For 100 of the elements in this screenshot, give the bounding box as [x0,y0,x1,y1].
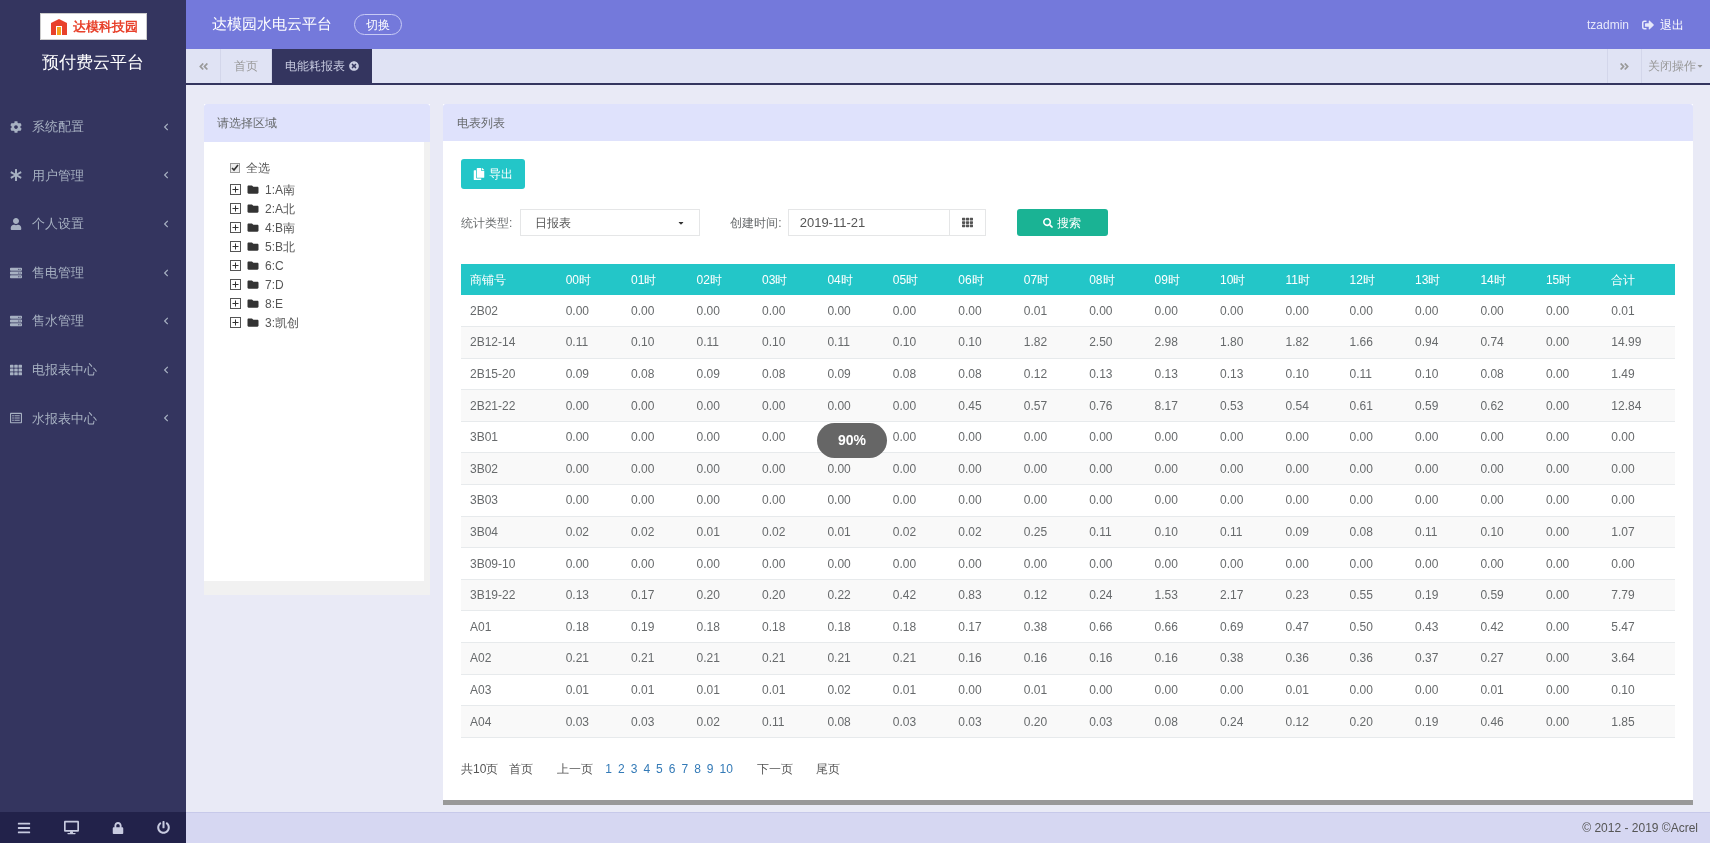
table-cell: 0.18 [827,619,851,634]
sidebar-menu-item[interactable]: 售水管理 [0,296,186,346]
table-cell: 0.00 [1285,430,1309,445]
panel-title: 请选择区域 [217,115,277,132]
expand-icon[interactable] [230,260,241,271]
table-cell: 0.00 [958,493,982,508]
tree-label: 1:A南 [265,181,295,199]
table-cell: 0.03 [631,714,655,729]
page-tab[interactable]: 电能耗报表 [272,49,372,83]
expand-icon[interactable] [230,298,241,309]
select-all-checkbox[interactable]: 全选 [230,158,424,178]
tree-node[interactable]: 6:C [230,256,424,275]
table-cell: 0.10 [892,335,917,350]
table-cell: 0.16 [958,651,982,666]
table-cell: 0.00 [761,398,786,413]
expand-icon[interactable] [230,203,241,214]
table-cell: 0.02 [761,524,786,539]
table-cell: 0.00 [1545,461,1570,476]
page-link[interactable]: 10 [719,759,733,778]
table-cell: 0.00 [1089,682,1113,697]
expand-icon[interactable] [230,317,241,328]
column-header: 13时 [1406,264,1472,295]
table-cell: 0.00 [827,303,851,318]
checkbox[interactable] [230,163,240,173]
expand-icon[interactable] [230,241,241,252]
prev-page-link[interactable]: 上一页 [557,759,594,778]
table-cell: A03 [470,682,492,697]
page-link[interactable]: 9 [706,759,714,778]
table-cell: 8.17 [1154,398,1178,413]
table-cell: 0.00 [696,303,720,318]
close-icon[interactable] [349,61,359,71]
date-field[interactable]: 2019-11-21 [787,209,986,236]
tree-node[interactable]: 1:A南 [230,180,424,199]
table-cell: 0.08 [631,367,655,381]
table-cell: 1.07 [1611,524,1635,539]
page-link[interactable]: 3 [630,759,638,778]
tree-node[interactable]: 2:A北 [230,199,424,218]
tree-node[interactable]: 8:E [230,294,424,313]
folder-icon [247,260,259,271]
table-cell: 0.00 [1089,556,1113,571]
table-cell: 0.21 [565,651,589,666]
table-cell: 0.13 [565,588,589,603]
table-cell: 0.22 [827,588,851,603]
table-cell: 0.16 [1089,651,1113,666]
table-cell: 7.79 [1611,588,1635,603]
table-cell: 0.00 [696,430,720,445]
table-cell: 0.00 [1089,430,1113,445]
page-link[interactable]: 8 [694,759,701,778]
sidebar-menu-item[interactable]: 系统配置 [0,102,186,152]
tree-node[interactable]: 5:B北 [230,237,424,256]
page-link[interactable]: 2 [618,759,625,778]
sidebar-menu-item[interactable]: 水报表中心 [0,394,186,443]
tree-node[interactable]: 4:B南 [230,218,424,237]
power-icon[interactable] [156,821,170,834]
page-link[interactable]: 7 [681,759,689,778]
table-cell: 0.02 [565,524,589,539]
table-cell: 0.09 [827,367,851,381]
column-header: 06时 [949,264,1015,295]
sidebar-menu-item[interactable]: 用户管理 [0,151,186,200]
table-cell: 0.00 [1415,682,1439,697]
report-type-select[interactable]: 日报表 [520,209,701,236]
table-cell: 0.20 [761,588,786,603]
expand-icon[interactable] [230,184,241,195]
table-cell: 0.59 [1480,588,1504,603]
table-cell: 3.64 [1611,651,1635,666]
sidebar-menu-item[interactable]: 电报表中心 [0,345,186,395]
table-cell: 0.61 [1349,398,1373,413]
table-cell: 0.00 [696,398,720,413]
table-cell: 0.21 [827,651,851,666]
page-link[interactable]: 6 [668,759,676,778]
table-cell: 0.17 [631,588,655,603]
sidebar-menu-item[interactable]: 售电管理 [0,248,186,297]
table-cell: 1.80 [1220,335,1244,350]
logout-link[interactable]: 退出 [1660,15,1684,34]
page-link[interactable]: 4 [643,759,651,778]
column-header: 商铺号 [461,264,557,295]
tree-node[interactable]: 7:D [230,275,424,294]
table-cell: 0.00 [1220,682,1244,697]
table-cell: 0.02 [892,524,917,539]
lock-icon[interactable] [111,821,124,834]
table-cell: 0.00 [1220,493,1244,508]
table-cell: 0.10 [761,335,786,350]
monitor-icon[interactable] [63,820,79,835]
table-cell: 3B02 [470,461,499,476]
sidebar-menu-item[interactable]: 个人设置 [0,199,186,249]
expand-icon[interactable] [230,279,241,290]
tree-node[interactable]: 3:凯创 [230,313,424,332]
page-link[interactable]: 5 [656,759,663,778]
next-page-link[interactable]: 下一页 [756,759,793,778]
table-cell: 0.00 [1545,619,1570,634]
logout-icon[interactable] [1642,18,1654,31]
last-page-link[interactable]: 尾页 [815,759,840,778]
expand-icon[interactable] [230,222,241,233]
table-cell: 0.00 [761,303,786,318]
table-cell: 0.21 [631,651,655,666]
first-page-link[interactable]: 首页 [509,759,534,778]
table-cell: 0.10 [1154,524,1178,539]
table-cell: 0.11 [1349,367,1373,381]
table-cell: 0.00 [1545,335,1570,350]
page-link[interactable]: 1 [605,759,613,778]
